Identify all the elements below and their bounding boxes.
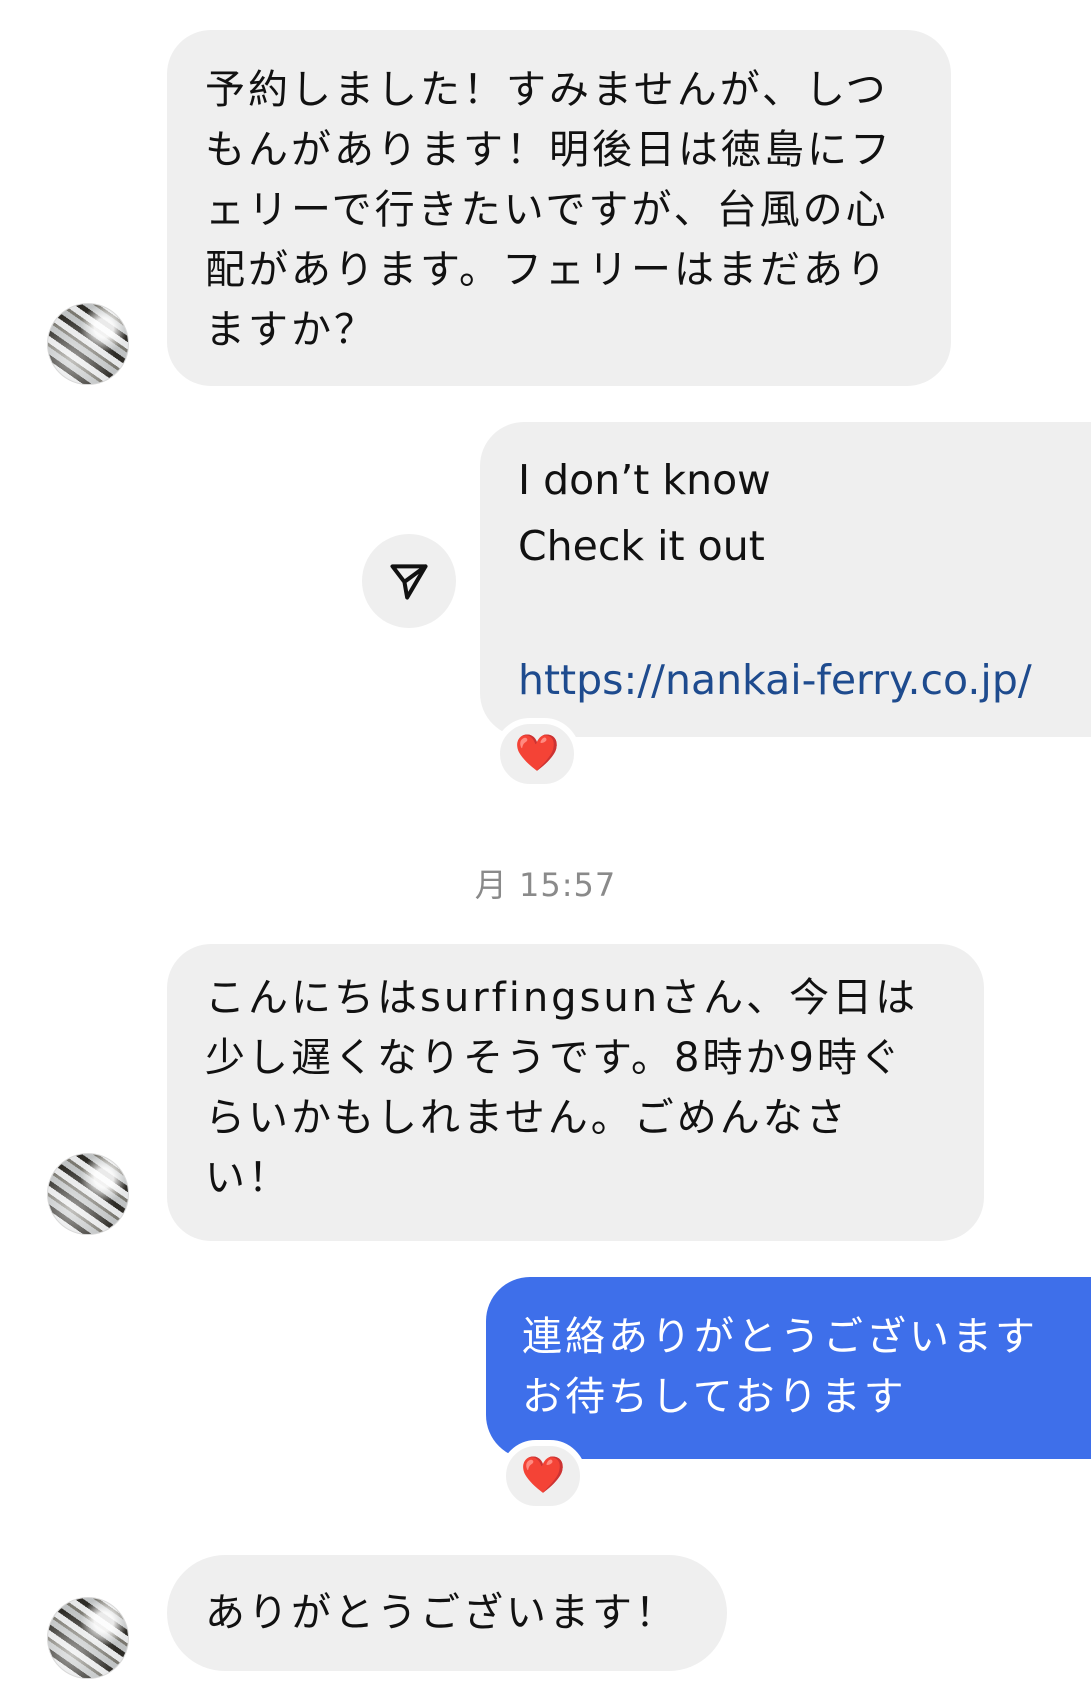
- heart-icon: ❤️: [514, 733, 560, 774]
- avatar[interactable]: [47, 303, 129, 385]
- heart-icon: ❤️: [520, 1455, 566, 1496]
- message-line-2: Check it out: [518, 522, 765, 570]
- message-bubble-incoming[interactable]: 予約しました！すみませんが、しつ もんがあります！明後日は徳島にフ ェリーで行き…: [167, 30, 951, 386]
- avatar[interactable]: [47, 1153, 129, 1235]
- message-bubble-outgoing[interactable]: I don’t know Check it out https://nankai…: [480, 422, 1091, 737]
- ferry-link[interactable]: https://nankai-ferry.co.jp/: [518, 647, 1032, 713]
- message-text: ありがとうございます！: [205, 1590, 678, 1636]
- message-text: 連絡ありがとうございます お待ちしております: [522, 1314, 1038, 1420]
- message-text: 予約しました！すみませんが、しつ もんがあります！明後日は徳島にフ ェリーで行き…: [205, 67, 893, 353]
- timestamp: 月 15:57: [474, 866, 617, 904]
- message-bubble-outgoing[interactable]: 連絡ありがとうございます お待ちしております: [486, 1277, 1091, 1459]
- message-line-1: I don’t know: [518, 456, 771, 504]
- reaction-badge[interactable]: ❤️: [500, 1440, 586, 1512]
- reaction-badge[interactable]: ❤️: [494, 718, 580, 790]
- message-text: こんにちはsurfingsunさん、今日は 少し遅くなりそうです。8時か9時ぐ …: [205, 975, 919, 1201]
- message-bubble-incoming[interactable]: こんにちはsurfingsunさん、今日は 少し遅くなりそうです。8時か9時ぐ …: [167, 944, 984, 1241]
- message-bubble-incoming[interactable]: ありがとうございます！: [167, 1555, 727, 1671]
- paper-plane-icon: [390, 564, 428, 600]
- share-button[interactable]: [362, 534, 456, 628]
- avatar[interactable]: [47, 1597, 129, 1679]
- chat-thread: 予約しました！すみませんが、しつ もんがあります！明後日は徳島にフ ェリーで行き…: [0, 0, 1091, 1687]
